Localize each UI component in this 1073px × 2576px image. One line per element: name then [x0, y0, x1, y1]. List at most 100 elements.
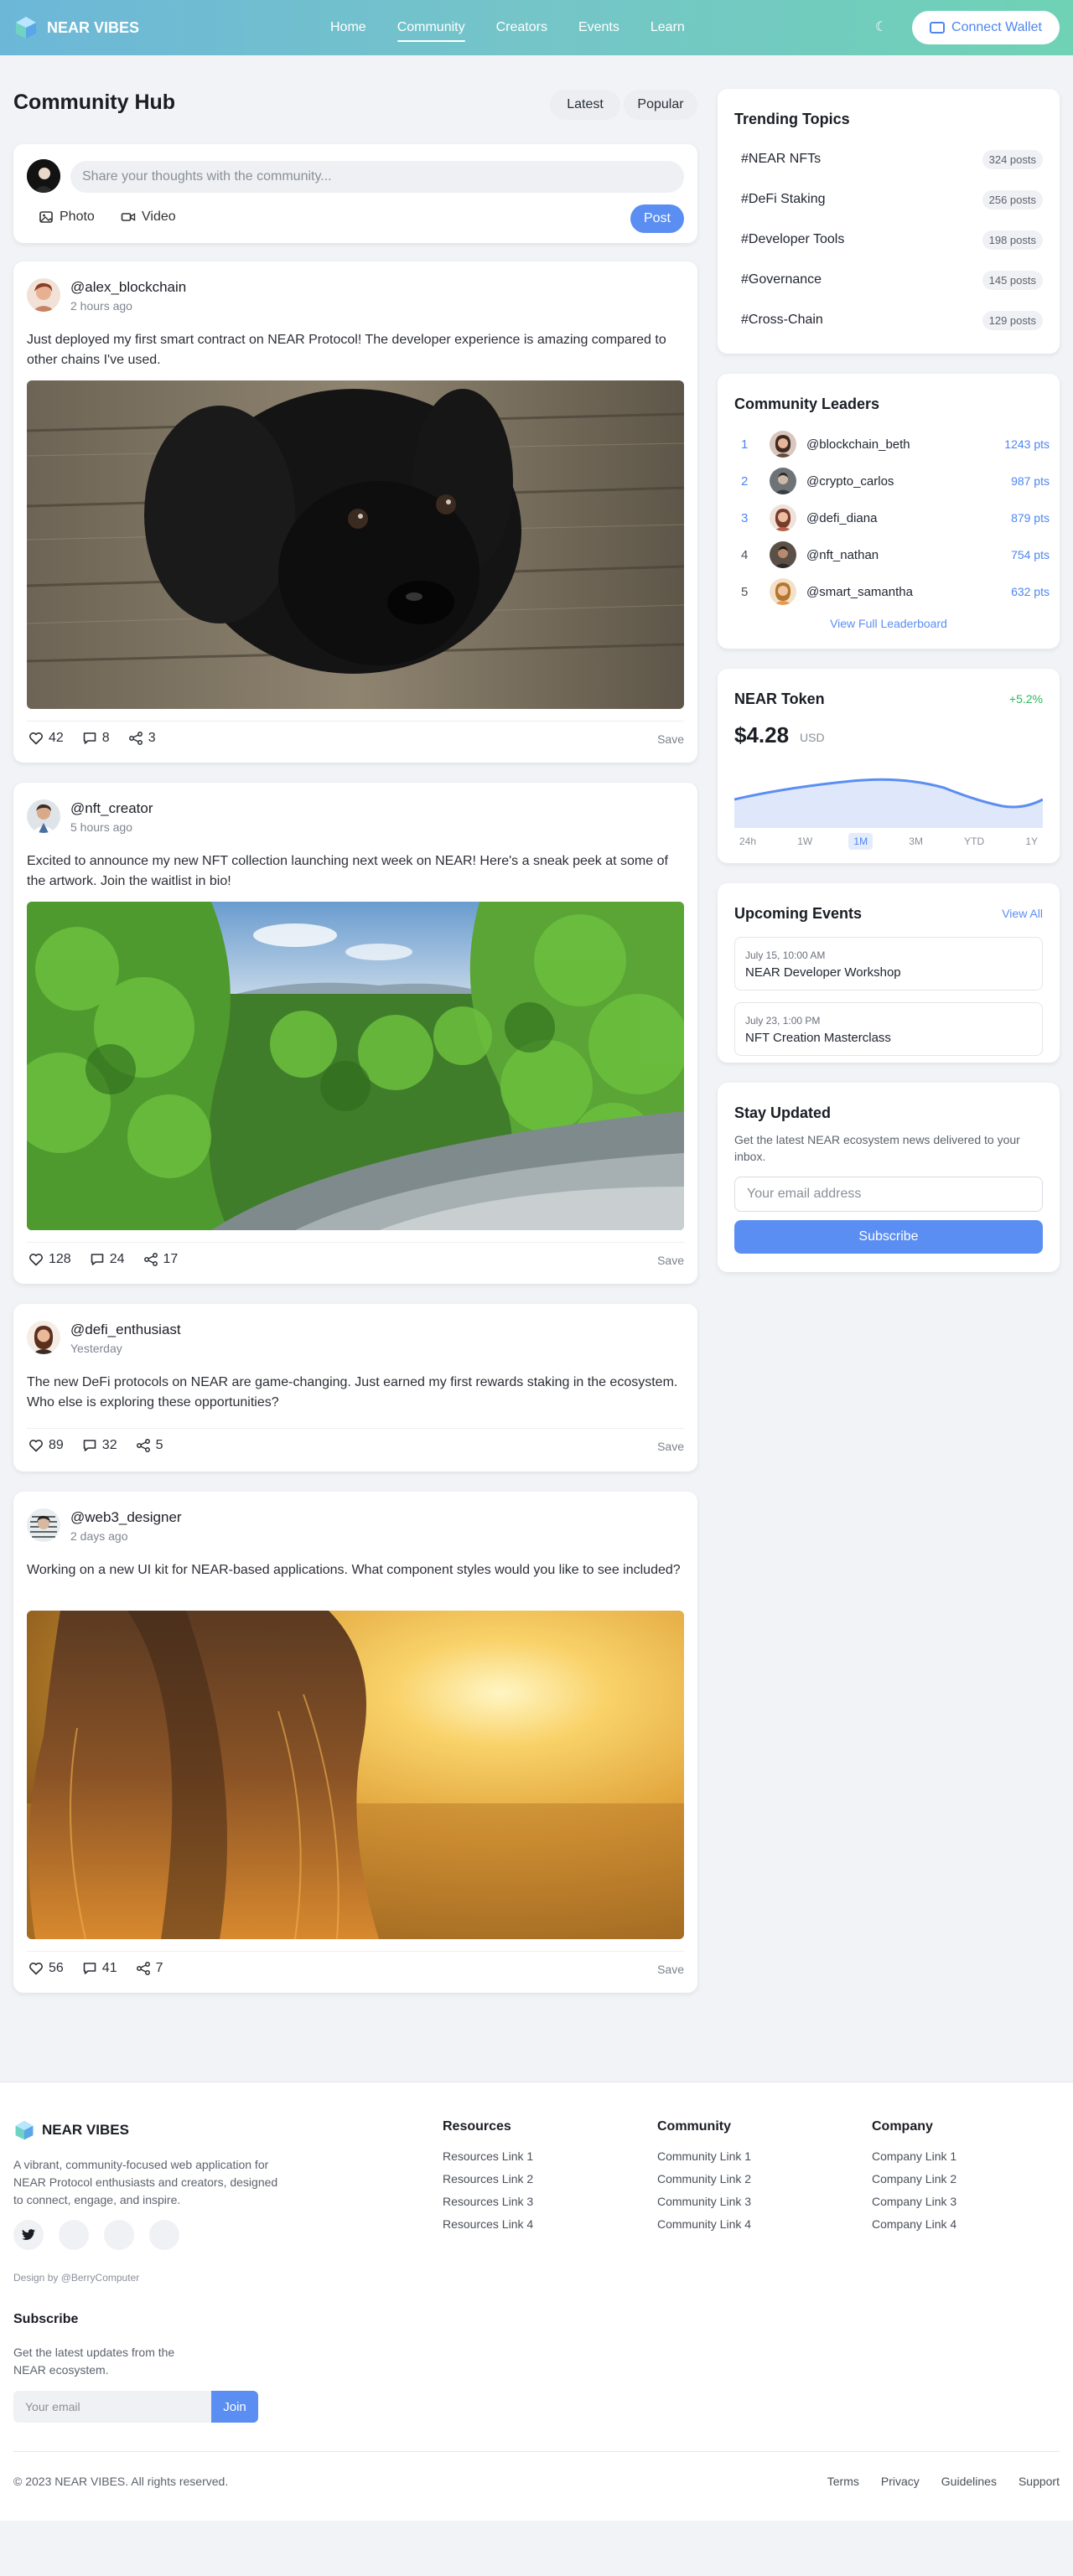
save-post-button[interactable]: Save — [657, 732, 684, 746]
connect-wallet-button[interactable]: Connect Wallet — [912, 11, 1060, 44]
post-author-avatar[interactable] — [27, 1508, 60, 1542]
share-button[interactable]: 5 — [136, 1438, 163, 1453]
range-24h[interactable]: 24h — [734, 833, 761, 850]
filter-latest-button[interactable]: Latest — [550, 90, 620, 120]
leader-row[interactable]: 4 @nft_nathan 754 pts — [741, 541, 1050, 568]
like-button[interactable]: 42 — [29, 731, 64, 746]
footer-email-input[interactable] — [13, 2391, 211, 2423]
footer-link[interactable]: Company Link 2 — [872, 2172, 956, 2185]
trending-topic-item[interactable]: #Governance 145 posts — [741, 268, 1043, 292]
range-1y[interactable]: 1Y — [1020, 833, 1043, 850]
add-photo-button[interactable]: Photo — [39, 209, 95, 225]
footer-link[interactable]: Company Link 4 — [872, 2217, 956, 2231]
save-post-button[interactable]: Save — [657, 1254, 684, 1267]
nav-learn[interactable]: Learn — [651, 13, 685, 42]
leader-row[interactable]: 5 @smart_samantha 632 pts — [741, 578, 1050, 605]
twitter-icon[interactable] — [13, 2220, 44, 2250]
terms-link[interactable]: Terms — [827, 2475, 859, 2488]
token-range-tabs: 24h 1W 1M 3M YTD 1Y — [734, 833, 1043, 850]
post-author-name[interactable]: @alex_blockchain — [70, 279, 186, 296]
post-author-name[interactable]: @defi_enthusiast — [70, 1322, 181, 1338]
nav-home[interactable]: Home — [330, 13, 366, 42]
theme-toggle-moon-icon[interactable]: ☾ — [872, 18, 890, 37]
footer-link[interactable]: Community Link 3 — [657, 2195, 751, 2208]
add-video-button[interactable]: Video — [121, 209, 176, 225]
range-1m[interactable]: 1M — [848, 833, 873, 850]
comment-button[interactable]: 24 — [90, 1252, 125, 1267]
footer-link[interactable]: Resources Link 4 — [443, 2217, 533, 2231]
leader-row[interactable]: 3 @defi_diana 879 pts — [741, 504, 1050, 531]
post-author-avatar[interactable] — [27, 799, 60, 833]
post-author-name[interactable]: @nft_creator — [70, 800, 153, 817]
share-button[interactable]: 17 — [143, 1252, 178, 1267]
site-footer: NEAR VIBES A vibrant, community-focused … — [0, 2082, 1073, 2521]
guidelines-link[interactable]: Guidelines — [941, 2475, 997, 2488]
footer-join-button[interactable]: Join — [211, 2391, 258, 2423]
leader-rank: 1 — [741, 437, 749, 452]
leader-avatar — [770, 504, 796, 531]
trending-topic-item[interactable]: #NEAR NFTs 324 posts — [741, 147, 1043, 171]
like-button[interactable]: 56 — [29, 1961, 64, 1976]
post-author-name[interactable]: @web3_designer — [70, 1509, 182, 1526]
post-actions: 128 24 17 — [29, 1252, 178, 1267]
nav-events[interactable]: Events — [578, 13, 619, 42]
comment-button[interactable]: 41 — [82, 1961, 117, 1976]
like-button[interactable]: 128 — [29, 1252, 71, 1267]
like-button[interactable]: 89 — [29, 1438, 64, 1453]
share-button[interactable]: 3 — [128, 731, 156, 746]
footer-link[interactable]: Resources Link 2 — [443, 2172, 533, 2185]
discord-icon[interactable] — [59, 2220, 89, 2250]
footer-link[interactable]: Community Link 4 — [657, 2217, 751, 2231]
trending-topic-item[interactable]: #Developer Tools 198 posts — [741, 228, 1043, 251]
post-divider — [27, 1428, 684, 1429]
footer-link[interactable]: Community Link 2 — [657, 2172, 751, 2185]
post-image-forest-valley[interactable] — [27, 902, 684, 1230]
footer-link[interactable]: Company Link 3 — [872, 2195, 956, 2208]
brand-logo[interactable]: NEAR VIBES — [13, 15, 139, 40]
range-1w[interactable]: 1W — [792, 833, 817, 850]
post-image-sunset-hair[interactable] — [27, 1611, 684, 1939]
nav-creators[interactable]: Creators — [496, 13, 547, 42]
comment-button[interactable]: 32 — [82, 1438, 117, 1453]
post-author-avatar[interactable] — [27, 278, 60, 312]
share-count: 3 — [148, 731, 156, 745]
github-icon[interactable] — [104, 2220, 134, 2250]
post-actions: 89 32 5 — [29, 1438, 163, 1453]
post-image-black-puppy[interactable] — [27, 380, 684, 709]
leader-name: @crypto_carlos — [806, 473, 894, 489]
leader-row[interactable]: 1 @blockchain_beth 1243 pts — [741, 431, 1050, 458]
privacy-link[interactable]: Privacy — [881, 2475, 920, 2488]
trending-topic-item[interactable]: #Cross-Chain 129 posts — [741, 308, 1043, 332]
footer-brand[interactable]: NEAR VIBES — [13, 2119, 129, 2141]
comment-button[interactable]: 8 — [82, 731, 110, 746]
post-timestamp: 5 hours ago — [70, 820, 132, 834]
leader-row[interactable]: 2 @crypto_carlos 987 pts — [741, 468, 1050, 494]
topic-post-count: 129 posts — [982, 310, 1043, 330]
footer-link[interactable]: Community Link 1 — [657, 2149, 751, 2163]
support-link[interactable]: Support — [1019, 2475, 1060, 2488]
event-item[interactable]: July 23, 1:00 PM NFT Creation Masterclas… — [734, 1002, 1043, 1056]
event-date: July 23, 1:00 PM — [745, 1015, 821, 1027]
composer-input[interactable] — [70, 161, 684, 193]
footer-link[interactable]: Resources Link 3 — [443, 2195, 533, 2208]
view-leaderboard-link[interactable]: View Full Leaderboard — [718, 617, 1060, 630]
post-timestamp: 2 days ago — [70, 1529, 128, 1543]
share-button[interactable]: 7 — [136, 1961, 163, 1976]
share-count: 7 — [155, 1961, 163, 1975]
trending-topic-item[interactable]: #DeFi Staking 256 posts — [741, 188, 1043, 211]
footer-link[interactable]: Resources Link 1 — [443, 2149, 533, 2163]
save-post-button[interactable]: Save — [657, 1963, 684, 1976]
nav-community[interactable]: Community — [397, 13, 465, 42]
events-view-all-link[interactable]: View All — [1002, 907, 1043, 920]
footer-link[interactable]: Company Link 1 — [872, 2149, 956, 2163]
newsletter-subscribe-button[interactable]: Subscribe — [734, 1220, 1043, 1254]
submit-post-button[interactable]: Post — [630, 204, 684, 233]
telegram-icon[interactable] — [149, 2220, 179, 2250]
post-author-avatar[interactable] — [27, 1321, 60, 1354]
newsletter-email-input[interactable] — [734, 1177, 1043, 1212]
save-post-button[interactable]: Save — [657, 1440, 684, 1453]
event-item[interactable]: July 15, 10:00 AM NEAR Developer Worksho… — [734, 937, 1043, 991]
range-ytd[interactable]: YTD — [959, 833, 989, 850]
filter-popular-button[interactable]: Popular — [624, 90, 697, 120]
range-3m[interactable]: 3M — [904, 833, 928, 850]
